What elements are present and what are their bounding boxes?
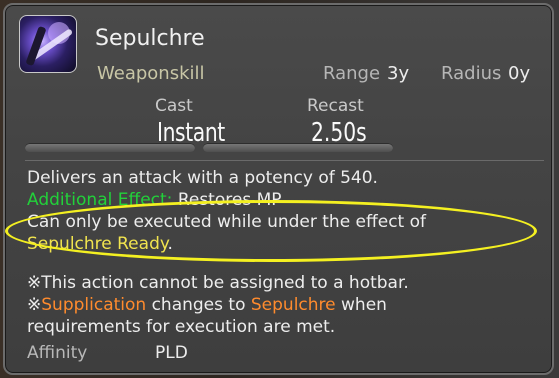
- description-condition-status: Sepulchre Ready.: [27, 234, 173, 254]
- additional-effect-label: Additional Effect:: [27, 190, 173, 210]
- affinity-label: Affinity: [27, 343, 88, 363]
- recast-label: Recast: [307, 96, 364, 116]
- action-name: Sepulchre: [95, 26, 205, 51]
- description-additional-effect: Additional Effect: Restores MP: [27, 190, 282, 210]
- cast-bar: [25, 143, 195, 152]
- action-supplication: Supplication: [41, 295, 147, 315]
- note-changes-to: changes to: [151, 295, 246, 315]
- cast-label: Cast: [155, 96, 193, 116]
- radius-value: 0y: [508, 63, 531, 84]
- action-type: Weaponskill: [97, 63, 205, 84]
- note-hotbar: ※This action cannot be assigned to a hot…: [27, 273, 409, 293]
- section-divider: [25, 160, 544, 161]
- action-tooltip: Sepulchre Weaponskill Range 3y Radius 0y…: [3, 3, 554, 375]
- recast-bar: [203, 143, 393, 152]
- note-requirements: requirements for execution are met.: [27, 317, 336, 337]
- condition-period: .: [167, 234, 173, 254]
- range-value: 3y: [387, 63, 410, 84]
- status-sepulchre-ready: Sepulchre Ready: [27, 234, 168, 254]
- note-action-change: ※Supplication changes to Sepulchre when: [27, 295, 387, 315]
- additional-effect-text: Restores MP: [177, 190, 282, 210]
- action-sepulchre: Sepulchre: [250, 295, 336, 315]
- description-potency: Delivers an attack with a potency of 540…: [27, 168, 378, 188]
- radius-label: Radius: [441, 63, 502, 84]
- range-label: Range: [323, 63, 381, 84]
- note-when: when: [341, 295, 387, 315]
- description-condition: Can only be executed while under the eff…: [27, 212, 426, 232]
- note-prefix: ※: [27, 295, 42, 315]
- affinity-value: PLD: [155, 343, 188, 363]
- sword-strike-icon: [19, 15, 77, 73]
